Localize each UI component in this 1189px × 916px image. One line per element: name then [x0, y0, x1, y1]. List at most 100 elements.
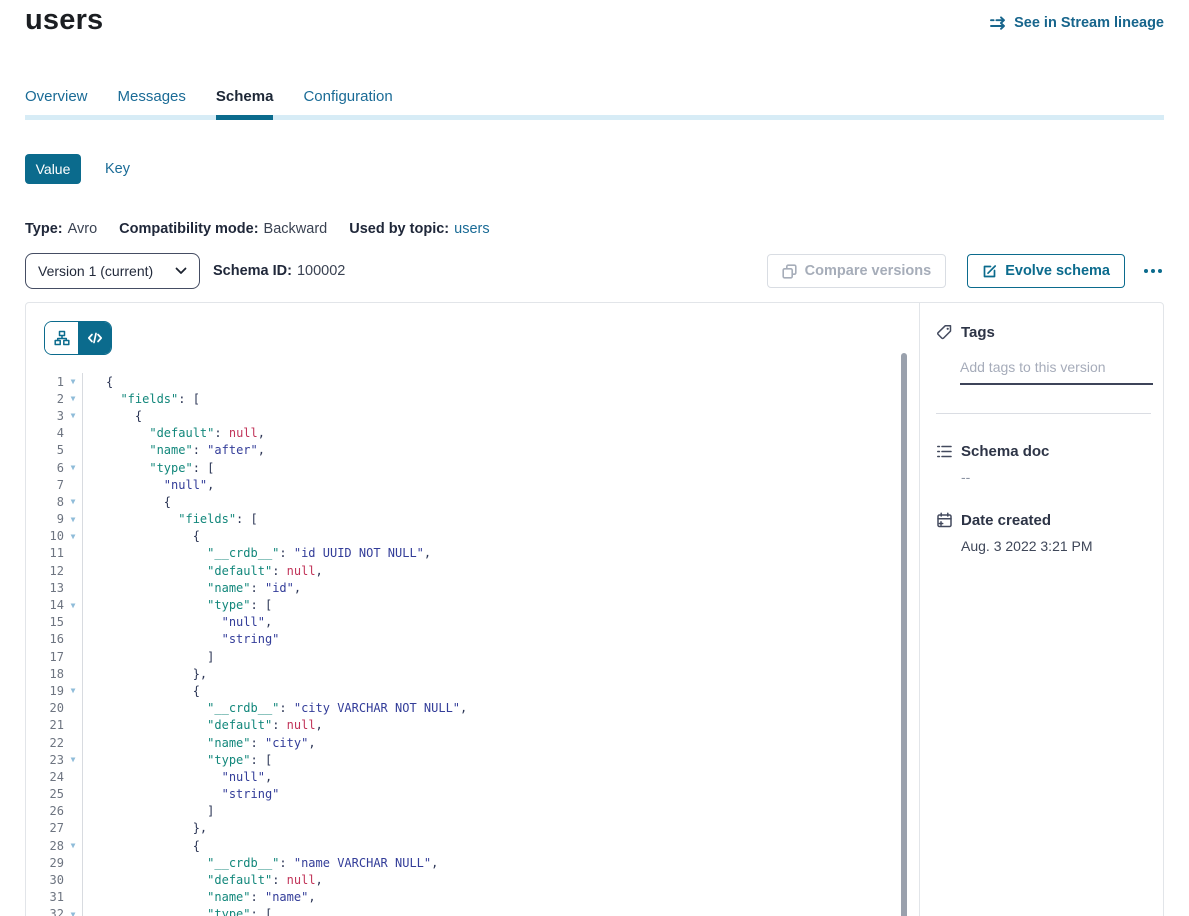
code-line-text: {	[83, 529, 200, 543]
line-number: 25	[26, 787, 64, 801]
fold-gutter	[64, 631, 83, 648]
fold-gutter	[64, 648, 83, 665]
line-number: 10	[26, 529, 64, 543]
calendar-plus-icon	[936, 512, 953, 529]
line-number: 18	[26, 667, 64, 681]
compare-versions-button[interactable]: Compare versions	[767, 254, 947, 288]
code-line: 2▼ "fields": [	[26, 390, 919, 407]
tree-view-icon	[54, 330, 70, 346]
fold-gutter	[64, 820, 83, 837]
fold-arrow-icon[interactable]: ▼	[64, 493, 83, 510]
fold-gutter	[64, 871, 83, 888]
line-number: 16	[26, 632, 64, 646]
code-line: 20 "__crdb__": "city VARCHAR NOT NULL",	[26, 700, 919, 717]
fold-arrow-icon[interactable]: ▼	[64, 682, 83, 699]
line-number: 17	[26, 650, 64, 664]
tab-bar: Overview Messages Schema Configuration	[25, 88, 393, 105]
compare-versions-icon	[782, 264, 797, 279]
fold-arrow-icon[interactable]: ▼	[64, 837, 83, 854]
editor-scrollbar[interactable]	[901, 353, 907, 916]
tab-configuration[interactable]: Configuration	[303, 88, 392, 105]
code-line-text: "type": [	[83, 753, 272, 767]
type-label: Type:	[25, 221, 63, 237]
line-number: 30	[26, 873, 64, 887]
key-tab-link[interactable]: Key	[105, 161, 130, 177]
fold-gutter	[64, 545, 83, 562]
schema-doc-section: Schema doc --	[936, 443, 1151, 485]
line-number: 3	[26, 409, 64, 423]
more-actions-button[interactable]	[1142, 263, 1164, 279]
page-title: users	[25, 4, 103, 37]
tree-view-button[interactable]	[45, 322, 78, 354]
fold-arrow-icon[interactable]: ▼	[64, 390, 83, 407]
line-number: 13	[26, 581, 64, 595]
schema-code-editor[interactable]: 1▼{2▼ "fields": [3▼ {4 "default": null,5…	[26, 373, 919, 916]
fold-arrow-icon[interactable]: ▼	[64, 511, 83, 528]
code-line: 27 },	[26, 820, 919, 837]
tab-schema[interactable]: Schema	[216, 88, 274, 105]
code-line-text: ]	[83, 650, 214, 664]
code-line-text: {	[83, 409, 142, 423]
fold-gutter	[64, 786, 83, 803]
code-line: 29 "__crdb__": "name VARCHAR NULL",	[26, 854, 919, 871]
tab-messages[interactable]: Messages	[118, 88, 186, 105]
code-line: 28▼ {	[26, 837, 919, 854]
tags-input[interactable]	[960, 359, 1153, 385]
fold-arrow-icon[interactable]: ▼	[64, 906, 83, 916]
code-line-text: "type": [	[83, 598, 272, 612]
fold-gutter	[64, 803, 83, 820]
sidebar-divider	[936, 413, 1151, 414]
code-line-text: },	[83, 821, 207, 835]
line-number: 26	[26, 804, 64, 818]
evolve-schema-button[interactable]: Evolve schema	[967, 254, 1125, 288]
code-line: 1▼{	[26, 373, 919, 390]
fold-arrow-icon[interactable]: ▼	[64, 596, 83, 613]
fold-arrow-icon[interactable]: ▼	[64, 528, 83, 545]
line-number: 23	[26, 753, 64, 767]
code-line-text: "__crdb__": "name VARCHAR NULL",	[83, 856, 438, 870]
code-view-button[interactable]	[78, 322, 111, 354]
fold-gutter	[64, 717, 83, 734]
topic-link[interactable]: users	[454, 221, 489, 237]
fold-arrow-icon[interactable]: ▼	[64, 373, 83, 390]
code-line: 12 "default": null,	[26, 562, 919, 579]
line-number: 9	[26, 512, 64, 526]
compatibility-label: Compatibility mode:	[119, 221, 258, 237]
date-created-value: Aug. 3 2022 3:21 PM	[961, 538, 1151, 554]
fold-gutter	[64, 700, 83, 717]
code-line-text: "fields": [	[83, 512, 258, 526]
code-line: 30 "default": null,	[26, 871, 919, 888]
fold-gutter	[64, 854, 83, 871]
code-line-text: "default": null,	[83, 426, 265, 440]
schema-id-value: 100002	[297, 263, 345, 279]
code-line-text: "string"	[83, 632, 279, 646]
code-line-text: "type": [	[83, 907, 272, 916]
fold-arrow-icon[interactable]: ▼	[64, 459, 83, 476]
fold-arrow-icon[interactable]: ▼	[64, 407, 83, 424]
fold-gutter	[64, 889, 83, 906]
editor-view-toggle	[44, 321, 112, 355]
fold-gutter	[64, 442, 83, 459]
value-tab-button[interactable]: Value	[25, 154, 81, 184]
schema-sidebar: Tags Schema doc --	[919, 303, 1163, 916]
code-line: 25 "string"	[26, 786, 919, 803]
line-number: 2	[26, 392, 64, 406]
version-select[interactable]: Version 1 (current)	[25, 253, 200, 289]
line-number: 4	[26, 426, 64, 440]
code-line-text: "default": null,	[83, 873, 323, 887]
stream-lineage-label: See in Stream lineage	[1014, 15, 1164, 31]
code-line-text: "null",	[83, 478, 214, 492]
code-line-text: {	[83, 839, 200, 853]
line-number: 27	[26, 821, 64, 835]
code-line: 8▼ {	[26, 493, 919, 510]
code-line: 11 "__crdb__": "id UUID NOT NULL",	[26, 545, 919, 562]
fold-arrow-icon[interactable]: ▼	[64, 751, 83, 768]
line-number: 8	[26, 495, 64, 509]
tab-overview[interactable]: Overview	[25, 88, 88, 105]
code-line: 10▼ {	[26, 528, 919, 545]
stream-lineage-link[interactable]: See in Stream lineage	[990, 15, 1164, 31]
fold-gutter	[64, 425, 83, 442]
line-number: 32	[26, 907, 64, 916]
value-key-toggle: Value Key	[25, 154, 130, 184]
schema-doc-value: --	[961, 469, 1151, 485]
